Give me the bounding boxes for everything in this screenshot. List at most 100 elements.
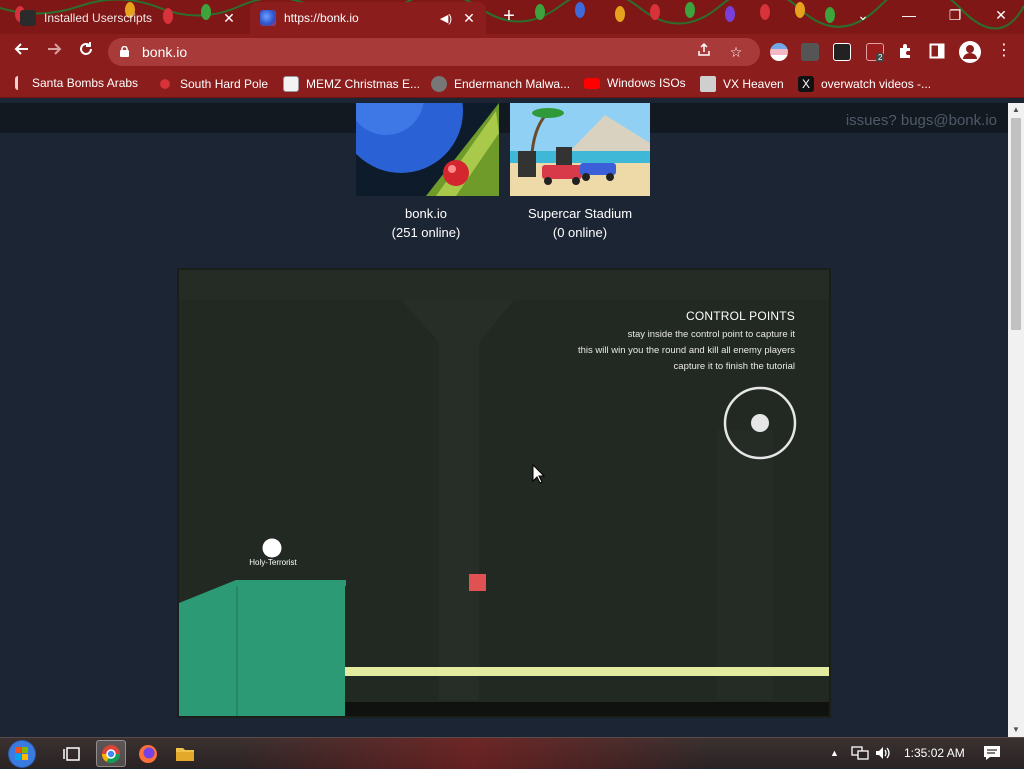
taskbar-chrome-button[interactable] [96,740,126,767]
page-icon [283,76,299,92]
tutorial-line: capture it to finish the tutorial [673,361,795,372]
task-view-icon [63,746,80,761]
mic-icon [15,76,25,90]
forward-arrow-icon [48,43,62,55]
firefox-icon [139,744,157,763]
bookmark-item[interactable]: X overwatch videos -... [798,76,931,92]
profile-avatar-icon[interactable] [959,41,981,63]
close-window-button[interactable]: ✕ [978,0,1024,30]
side-panel-icon[interactable] [929,43,947,61]
floor-beam [345,667,829,676]
bookmark-label: VX Heaven [723,77,784,91]
raccoon-icon [431,76,447,92]
scroll-down-arrow-icon[interactable]: ▼ [1008,723,1024,737]
extension-glasses-icon[interactable] [833,43,851,61]
tutorial-line: this will win you the round and kill all… [577,345,795,356]
chrome-icon [102,744,120,763]
menu-kebab-icon[interactable]: ⋮ [996,42,1012,60]
game-card-supercar-stadium[interactable]: Supercar Stadium (0 online) [500,204,660,242]
bonk-favicon-icon [260,10,276,26]
tutorial-title: CONTROL POINTS [685,309,795,323]
tampermonkey-icon [20,10,36,26]
taskbar-wallpaper-glow [235,738,710,769]
windows-taskbar: ▲ 1:35:02 AM [0,737,1024,769]
ublock-icon[interactable]: 2 [866,43,885,62]
game-card-bonk-io[interactable]: bonk.io (251 online) [346,204,506,242]
game-frame[interactable]: CONTROL POINTS stay inside the control p… [179,270,829,716]
bookmark-item[interactable]: Santa Bombs Arabs [15,76,138,90]
supercar-beach-image [510,103,650,196]
control-point-center [751,414,769,432]
tray-overflow-icon[interactable]: ▲ [830,748,839,758]
bookmark-item[interactable]: Windows ISOs [584,76,686,90]
extension-s-icon[interactable] [801,43,819,61]
speaker-icon[interactable]: ◀) [440,12,452,25]
page-scrollbar[interactable]: ▲ ▼ [1008,103,1024,737]
browser-titlebar: Installed Userscripts ✕ https://bonk.io … [0,0,1024,34]
reload-button[interactable] [73,40,99,64]
browser-toolbar: bonk.io ☆ 2 ⋮ [0,34,1024,70]
tab-installed-userscripts[interactable]: Installed Userscripts ✕ [10,2,246,34]
bookmark-item[interactable]: VX Heaven [700,76,784,92]
share-icon[interactable] [694,42,714,62]
close-tab-icon[interactable]: ✕ [220,9,238,27]
taskbar-explorer-button[interactable] [170,740,200,767]
player-name-label: Holy-Terrorist [249,558,297,567]
bookmark-label: MEMZ Christmas E... [306,77,421,91]
bottom-void [345,702,829,716]
close-tab-icon[interactable]: ✕ [460,9,478,27]
tab-search-button[interactable]: ⌄ [840,0,886,30]
game-name: bonk.io [405,206,447,221]
lock-icon [120,46,129,57]
back-button[interactable] [9,40,35,64]
player-ball [262,538,282,558]
forward-button[interactable] [41,40,67,64]
bookmark-item[interactable]: MEMZ Christmas E... [283,76,420,92]
game-name: Supercar Stadium [527,206,633,221]
tab-bonk-io[interactable]: https://bonk.io ◀) ✕ [250,2,486,34]
tab-title: Installed Userscripts [44,11,153,25]
x-icon: X [798,76,814,92]
notifications-icon[interactable] [983,745,1001,761]
taskbar-firefox-button[interactable] [133,740,163,767]
reload-icon [80,42,92,55]
bookmark-item[interactable]: Endermanch Malwa... [431,76,570,92]
minimize-button[interactable]: — [886,0,932,30]
bookmark-item[interactable]: South Hard Pole [157,76,268,92]
scrollbar-thumb[interactable] [1011,118,1021,330]
green-platform [179,580,345,716]
bookmark-label: Endermanch Malwa... [454,77,571,91]
bookmark-label: overwatch videos -... [821,77,932,91]
bookmark-label: Santa Bombs Arabs [32,76,139,90]
back-arrow-icon [14,43,28,55]
supercar-stadium-thumbnail[interactable] [510,103,650,196]
new-tab-button[interactable]: + [498,6,520,28]
bonk-io-thumbnail[interactable] [356,103,499,196]
network-icon[interactable] [851,745,869,761]
ublock-badge: 2 [876,53,885,62]
taskbar-clock[interactable]: 1:35:02 AM [904,746,965,760]
url-text: bonk.io [142,44,188,60]
vx-icon [700,76,716,92]
background-pillar [717,430,773,700]
game-online-count: (0 online) [552,225,608,240]
enemy-square [469,574,486,591]
extension-flag-icon[interactable] [770,43,788,61]
mouse-cursor-icon [532,464,546,484]
restore-button[interactable]: ❐ [932,0,978,30]
game-online-count: (251 online) [391,225,461,240]
task-view-button[interactable] [56,740,86,767]
youtube-icon [584,77,600,89]
volume-icon[interactable] [874,745,892,761]
issues-link[interactable]: issues? bugs@bonk.io [846,112,997,129]
windows-start-icon[interactable] [7,739,37,769]
bonk-ball-image [356,103,499,196]
bookmark-star-icon[interactable]: ☆ [726,42,746,62]
scroll-up-arrow-icon[interactable]: ▲ [1008,103,1024,117]
snowflake-icon [157,76,173,92]
bookmark-label: South Hard Pole [180,77,269,91]
bonk-page: issues? bugs@bonk.io bonk.io (251 online… [0,103,1008,737]
address-bar[interactable]: bonk.io ☆ [108,38,760,66]
extensions-puzzle-icon[interactable] [897,42,915,60]
bookmark-label: Windows ISOs [607,76,686,90]
